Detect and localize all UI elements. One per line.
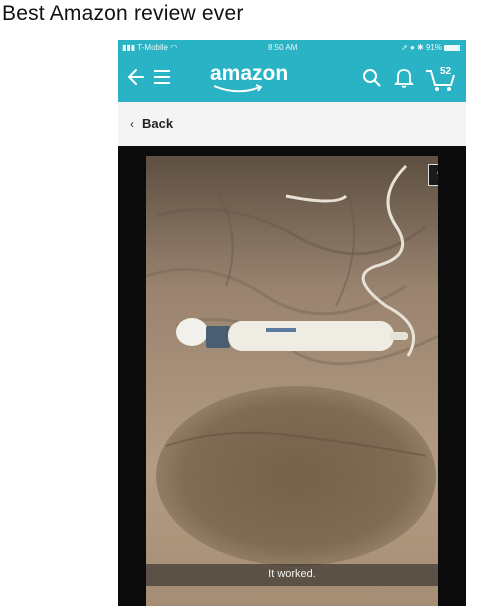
- location-icon: ➚ ● ✱: [401, 43, 426, 52]
- review-photo[interactable]: 9 It worked.: [146, 156, 438, 606]
- carrier-label: ▮▮▮ T-Mobile ◠: [122, 43, 177, 52]
- back-label: Back: [142, 116, 174, 131]
- notification-bell-icon[interactable]: [394, 67, 414, 89]
- chevron-left-icon: ‹: [130, 117, 134, 131]
- amazon-logo[interactable]: amazon: [210, 62, 288, 86]
- image-counter: 9: [428, 164, 438, 186]
- wifi-icon: ◠: [170, 43, 178, 52]
- cart-count-badge: 52: [440, 66, 452, 77]
- app-bar: amazon 52: [118, 56, 466, 102]
- bedsheet-photo-image: [146, 156, 438, 606]
- photo-caption: It worked.: [268, 568, 316, 580]
- meme-caption: Best Amazon review ever: [2, 2, 244, 25]
- photo-viewer: 9 It worked.: [118, 146, 466, 606]
- phone-screenshot: ▮▮▮ T-Mobile ◠ 8:50 AM ➚ ● ✱ 91% amazon: [118, 40, 466, 606]
- amazon-smile-icon: [213, 84, 263, 93]
- back-link[interactable]: ‹ Back: [118, 102, 466, 146]
- clock: 8:50 AM: [268, 43, 298, 52]
- battery-icon: [444, 44, 460, 51]
- battery-status: ➚ ● ✱ 91%: [401, 43, 460, 52]
- search-icon[interactable]: [362, 68, 382, 88]
- battery-percent: 91%: [425, 43, 442, 52]
- photo-caption-bar: It worked.: [146, 564, 438, 586]
- signal-icon: ▮▮▮: [122, 43, 138, 52]
- hamburger-menu-icon[interactable]: [152, 67, 172, 87]
- back-arrow-icon[interactable]: [124, 66, 146, 88]
- carrier-text: T-Mobile: [137, 43, 168, 52]
- status-bar: ▮▮▮ T-Mobile ◠ 8:50 AM ➚ ● ✱ 91%: [118, 40, 466, 56]
